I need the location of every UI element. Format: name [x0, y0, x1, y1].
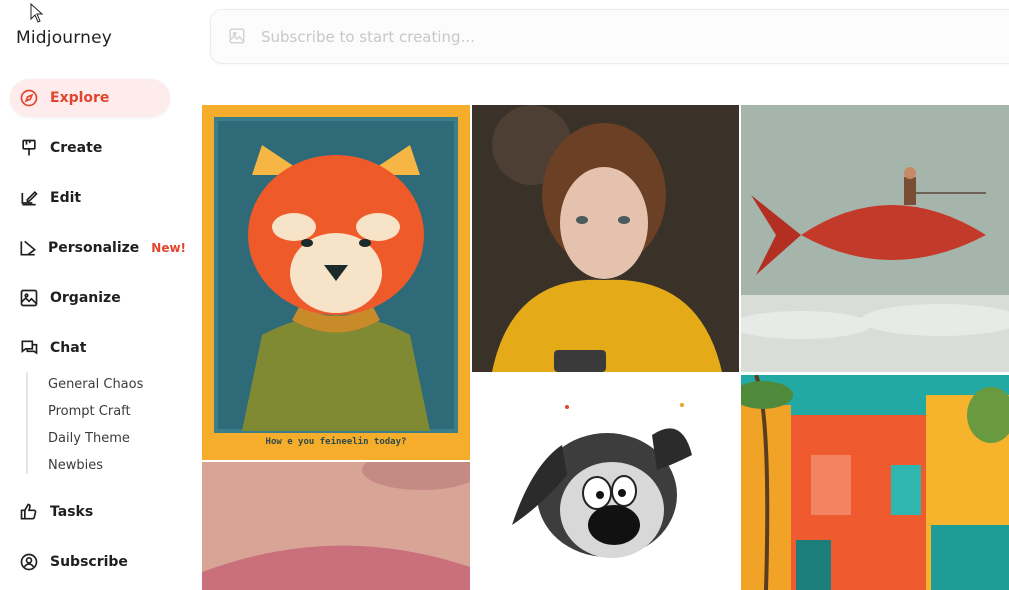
sidebar-item-label: Tasks: [50, 504, 94, 520]
chat-icon: [18, 337, 40, 359]
channel-newbies[interactable]: Newbies: [48, 458, 103, 473]
brush-icon: [18, 137, 40, 159]
sidebar-item-personalize[interactable]: Personalize New!: [10, 229, 186, 267]
sidebar-item-edit[interactable]: Edit: [10, 179, 170, 217]
sidebar-item-label: Explore: [50, 90, 110, 106]
channel-prompt-craft[interactable]: Prompt Craft: [48, 404, 131, 419]
edit-icon: [18, 187, 40, 209]
thumbs-up-icon: [18, 501, 40, 523]
prompt-placeholder: Subscribe to start creating...: [261, 28, 475, 46]
sidebar-item-explore[interactable]: Explore: [10, 79, 170, 117]
sidebar-item-label: Personalize: [48, 240, 140, 256]
channel-daily-theme[interactable]: Daily Theme: [48, 431, 130, 446]
sidebar-item-organize[interactable]: Organize: [10, 279, 170, 317]
new-badge: New!: [151, 241, 187, 255]
sidebar-item-label: Subscribe: [50, 554, 128, 570]
image-upload-icon[interactable]: [228, 27, 246, 49]
gallery-image-red-panda[interactable]: How e you feineelin today?: [202, 105, 470, 460]
image-caption: How e you feineelin today?: [265, 437, 407, 447]
sidebar-item-create[interactable]: Create: [10, 129, 170, 167]
sidebar-item-label: Create: [50, 140, 103, 156]
sidebar-item-label: Chat: [50, 340, 87, 356]
sidebar-item-subscribe[interactable]: Subscribe: [10, 543, 170, 581]
prompt-input-bar[interactable]: Subscribe to start creating...: [210, 9, 1009, 64]
gallery-image-colorful-village[interactable]: [741, 375, 1009, 590]
sidebar: Midjourney Explore Create Edit Personali…: [0, 0, 200, 590]
gallery-image-lips[interactable]: [202, 462, 470, 590]
user-circle-icon: [18, 551, 40, 573]
chat-channel-list: General Chaos Prompt Craft Daily Theme N…: [26, 372, 178, 474]
sidebar-item-label: Edit: [50, 190, 82, 206]
compass-icon: [18, 87, 40, 109]
image-icon: [18, 287, 40, 309]
brand-title[interactable]: Midjourney: [16, 28, 112, 48]
sidebar-item-chat[interactable]: Chat: [10, 329, 170, 367]
gallery-image-cartoon-dog[interactable]: [472, 375, 739, 590]
gallery-image-woman-sweater[interactable]: [472, 105, 739, 372]
sidebar-item-tasks[interactable]: Tasks: [10, 493, 170, 531]
channel-general-chaos[interactable]: General Chaos: [48, 377, 143, 392]
sidebar-item-label: Organize: [50, 290, 121, 306]
gallery-image-fish-rider[interactable]: [741, 105, 1009, 372]
mouse-cursor-icon: [30, 2, 44, 27]
personalize-icon: [18, 237, 38, 259]
